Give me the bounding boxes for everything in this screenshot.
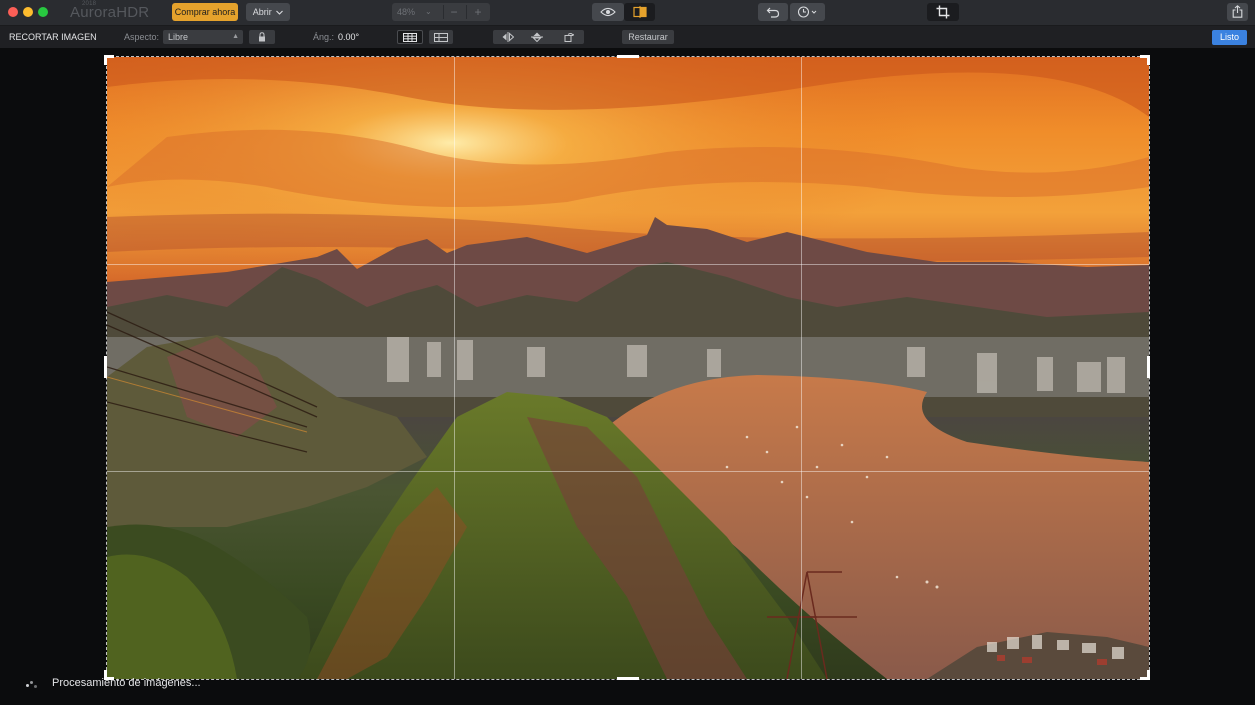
grid-thirds-button[interactable] <box>397 30 423 44</box>
undo-button[interactable] <box>758 3 788 21</box>
crop-handle-left[interactable] <box>104 356 107 378</box>
crop-handle-bottom-right[interactable] <box>1147 670 1150 680</box>
grid-split-button[interactable] <box>429 30 453 44</box>
open-button[interactable]: Abrir <box>246 3 290 21</box>
eye-icon <box>600 7 616 17</box>
lock-aspect-button[interactable] <box>249 30 275 44</box>
history-button[interactable] <box>790 3 825 21</box>
restore-button[interactable]: Restaurar <box>622 30 674 44</box>
aspect-ratio-select[interactable]: Libre ▲ <box>163 30 243 44</box>
compare-button[interactable] <box>624 3 655 21</box>
open-button-label: Abrir <box>252 7 272 17</box>
zoom-window-button[interactable] <box>38 7 48 17</box>
lock-icon <box>259 32 265 42</box>
crop-toolbar: RECORTAR IMAGEN Aspecto: Libre ▲ Áng.: 0… <box>0 26 1255 48</box>
done-button[interactable]: Listo <box>1212 30 1247 45</box>
zoom-out-button[interactable]: − <box>444 3 464 21</box>
transform-button-group <box>493 30 584 44</box>
zoom-in-button[interactable]: + <box>468 3 488 21</box>
preview-toggle-button[interactable] <box>592 3 624 21</box>
close-window-button[interactable] <box>8 7 18 17</box>
crop-handle-top-left[interactable] <box>104 55 107 65</box>
crop-frame[interactable] <box>106 56 1150 680</box>
zoom-control: 48% ⌄ − + <box>392 3 490 21</box>
rotate-icon[interactable] <box>563 32 575 42</box>
history-icon <box>797 6 816 18</box>
share-icon <box>1232 5 1243 18</box>
angle-value[interactable]: 0.00° <box>338 26 359 48</box>
aspect-ratio-value: Libre <box>168 32 189 42</box>
share-button[interactable] <box>1227 3 1248 21</box>
flip-vertical-icon[interactable] <box>531 32 543 42</box>
zoom-dropdown-arrow[interactable]: ⌄ <box>425 3 432 21</box>
app-logo: 2018 AuroraHDR <box>70 1 149 21</box>
spinner-icon <box>26 681 40 689</box>
crop-handle-bottom[interactable] <box>617 677 639 680</box>
minimize-window-button[interactable] <box>23 7 33 17</box>
grid-thirds-icon <box>403 32 417 42</box>
crop-tool-button[interactable] <box>927 3 959 21</box>
flip-horizontal-icon[interactable] <box>502 32 514 42</box>
divider <box>466 5 467 19</box>
processing-status: Procesamiento de imágenes... <box>12 670 212 696</box>
status-message: Procesamiento de imágenes... <box>52 677 201 689</box>
compare-icon <box>632 6 647 18</box>
buy-now-button[interactable]: Comprar ahora <box>172 3 238 21</box>
crop-handle-top-right[interactable] <box>1147 55 1150 65</box>
grid-split-icon <box>434 32 448 42</box>
brand-year: 2018 <box>82 1 97 7</box>
crop-icon <box>936 5 950 19</box>
aspect-label: Aspecto: <box>124 32 160 42</box>
panel-title: RECORTAR IMAGEN <box>9 32 97 42</box>
undo-icon <box>766 7 780 18</box>
title-bar: 2018 AuroraHDR Comprar ahora Abrir 48% ⌄… <box>0 0 1255 26</box>
chevron-down-icon <box>276 10 284 15</box>
select-arrows-icon: ▲ <box>232 33 239 40</box>
zoom-value[interactable]: 48% <box>397 3 415 21</box>
crop-handle-right[interactable] <box>1147 356 1150 378</box>
angle-label: Áng.: <box>313 32 335 42</box>
crop-handle-top[interactable] <box>617 55 639 58</box>
